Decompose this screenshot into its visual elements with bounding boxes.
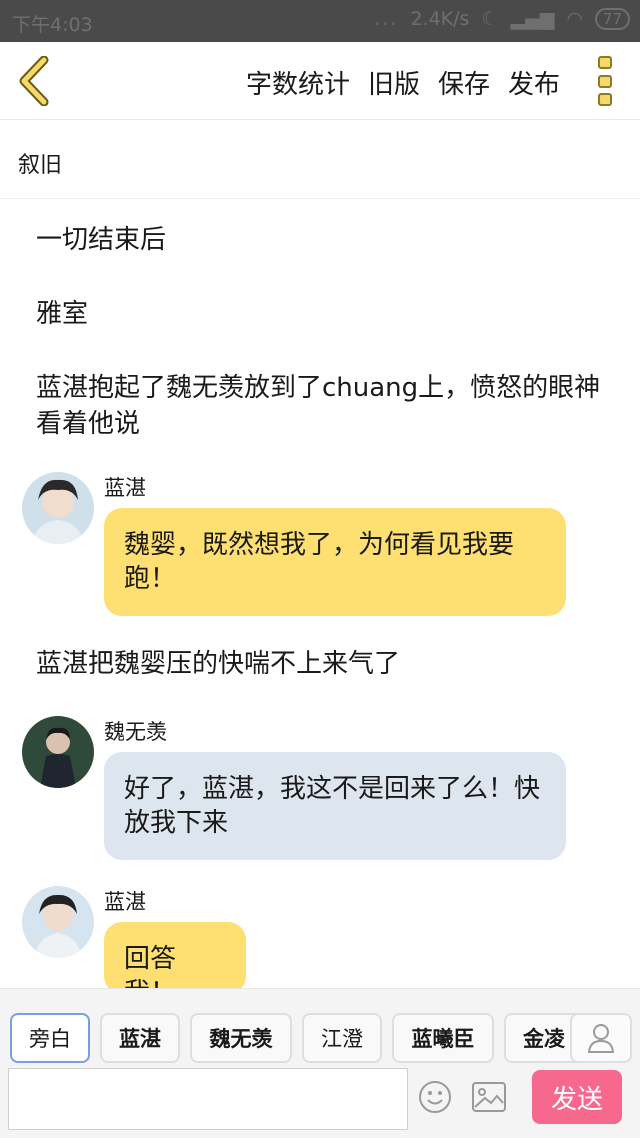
emoji-icon[interactable] xyxy=(418,1080,452,1114)
character-chip-jiangcheng[interactable]: 江澄 xyxy=(302,1013,382,1063)
more-menu-icon[interactable] xyxy=(598,56,614,106)
battery-icon: 77 xyxy=(594,8,630,30)
story-content[interactable]: 一切结束后 雅室 蓝湛抱起了魏无羡放到了chuang上，愤怒的眼神看着他说 蓝湛… xyxy=(0,200,640,988)
wifi-icon: ◠ xyxy=(566,8,583,30)
top-toolbar: 字数统计 旧版 保存 发布 xyxy=(0,42,640,120)
avatar[interactable] xyxy=(22,716,94,788)
character-selector: 旁白 蓝湛 魏无羡 江澄 蓝曦臣 金凌 xyxy=(0,988,640,1066)
status-dots: ... xyxy=(374,8,399,30)
signal-icon: ▂▄▆ xyxy=(510,8,555,30)
dialogue-message: 魏无羡 好了，蓝湛，我这不是回来了么！快放我下来 xyxy=(22,716,582,866)
message-input[interactable] xyxy=(8,1068,408,1130)
status-bar: 下午4:03 ... 2.4K/s ☾ ▂▄▆ ◠ 77 xyxy=(0,0,640,42)
message-bubble[interactable]: 回答我！ xyxy=(104,922,246,988)
image-icon[interactable] xyxy=(472,1082,506,1112)
chapter-title[interactable]: 叙旧 xyxy=(0,121,640,199)
message-bubble[interactable]: 好了，蓝湛，我这不是回来了么！快放我下来 xyxy=(104,752,566,860)
moon-icon: ☾ xyxy=(481,8,499,30)
composer-bar: 发送 xyxy=(0,1066,640,1138)
narration-paragraph: 蓝湛抱起了魏无羡放到了chuang上，愤怒的眼神看着他说 xyxy=(36,373,601,439)
toolbar-actions: 字数统计 旧版 保存 发布 xyxy=(246,64,560,101)
send-button[interactable]: 发送 xyxy=(532,1070,622,1124)
dialogue-message: 蓝湛 魏婴，既然想我了，为何看见我要跑！ xyxy=(22,472,582,622)
character-chip-lanxichen[interactable]: 蓝曦臣 xyxy=(392,1013,494,1063)
user-icon[interactable] xyxy=(570,1013,632,1063)
dialogue-message: 蓝湛 回答我！ xyxy=(22,886,582,988)
message-bubble[interactable]: 魏婴，既然想我了，为何看见我要跑！ xyxy=(104,508,566,616)
character-chip-weiwuxian[interactable]: 魏无羡 xyxy=(190,1013,292,1063)
narration-paragraph: 雅室 xyxy=(36,299,89,329)
avatar[interactable] xyxy=(22,886,94,958)
speaker-name: 蓝湛 xyxy=(104,476,146,500)
character-chip-narrator[interactable]: 旁白 xyxy=(10,1013,90,1063)
word-count-button[interactable]: 字数统计 xyxy=(246,64,350,101)
avatar[interactable] xyxy=(22,472,94,544)
speaker-name: 蓝湛 xyxy=(104,890,146,914)
net-speed: 2.4K/s xyxy=(410,8,470,30)
save-button[interactable]: 保存 xyxy=(438,64,490,101)
narration-paragraph: 蓝湛把魏婴压的快喘不上来气了 xyxy=(36,649,401,679)
speaker-name: 魏无羡 xyxy=(104,720,167,744)
status-icons: ... 2.4K/s ☾ ▂▄▆ ◠ 77 xyxy=(374,8,630,30)
old-version-button[interactable]: 旧版 xyxy=(368,64,420,101)
publish-button[interactable]: 发布 xyxy=(508,64,560,101)
narration-paragraph: 一切结束后 xyxy=(36,225,167,255)
status-time: 下午4:03 xyxy=(12,14,93,36)
back-chevron-icon[interactable] xyxy=(16,55,50,107)
character-chip-lanzhan[interactable]: 蓝湛 xyxy=(100,1013,180,1063)
